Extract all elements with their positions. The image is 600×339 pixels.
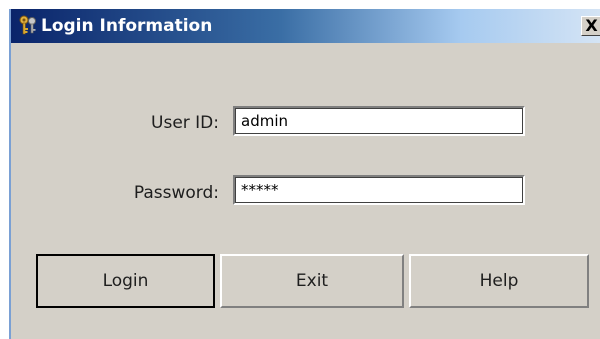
keys-icon (19, 15, 36, 35)
login-dialog: Login Information X User ID: Password: L… (9, 9, 600, 339)
userid-input[interactable] (233, 106, 525, 136)
login-button[interactable]: Login (36, 254, 215, 308)
dialog-body: User ID: Password: Login Exit Help (11, 43, 600, 339)
title-bar[interactable]: Login Information X (11, 9, 600, 43)
window-title: Login Information (41, 16, 213, 36)
close-button[interactable]: X (581, 16, 600, 36)
password-input[interactable] (233, 175, 525, 205)
userid-label: User ID: (151, 113, 219, 133)
help-button[interactable]: Help (409, 254, 589, 308)
password-label: Password: (133, 183, 219, 203)
exit-button[interactable]: Exit (220, 254, 404, 308)
